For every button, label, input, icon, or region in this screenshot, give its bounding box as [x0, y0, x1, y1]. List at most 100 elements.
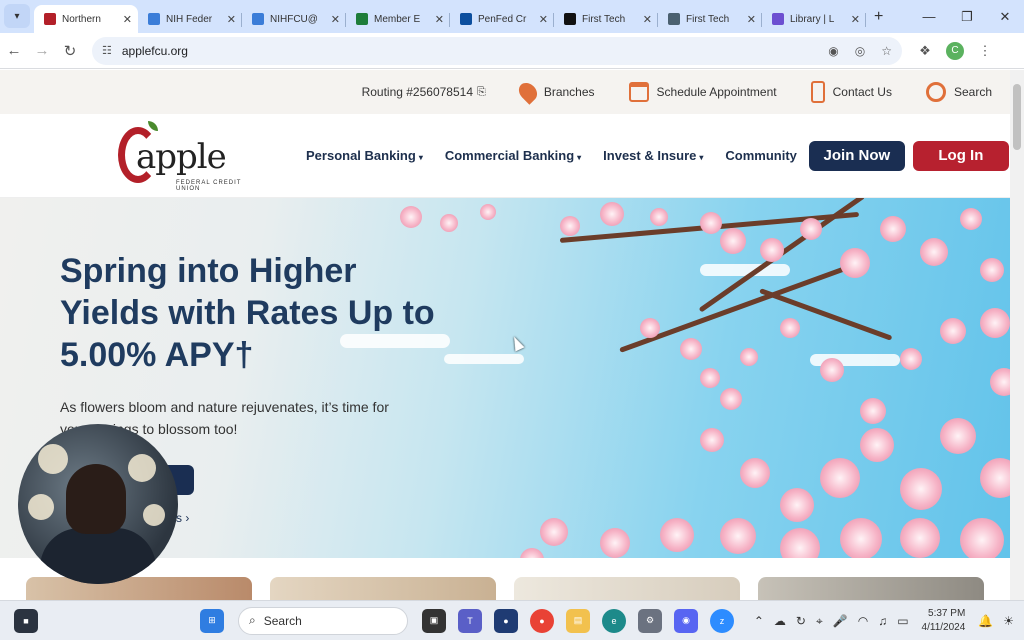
tab-close-icon[interactable]: ✕: [747, 13, 756, 26]
close-window-icon[interactable]: ✕: [986, 9, 1024, 25]
chevron-down-icon: ▾: [577, 153, 582, 162]
search-link[interactable]: Search: [925, 82, 992, 102]
address-bar[interactable]: ☷ applefcu.org ◉ ◎ ☆: [92, 36, 902, 65]
weather-icon[interactable]: ☀: [1003, 614, 1014, 628]
blossom-shape: [900, 518, 940, 558]
location-icon[interactable]: ⌖: [816, 614, 823, 629]
site-info-icon[interactable]: ☷: [102, 44, 112, 57]
task-view-icon[interactable]: ▣: [422, 608, 446, 633]
eye-off-icon[interactable]: ◉: [828, 44, 838, 58]
zoom-icon[interactable]: z: [710, 608, 734, 633]
blossom-shape: [650, 208, 668, 226]
blossom-shape: [520, 548, 544, 558]
branches-link[interactable]: Branches: [515, 79, 595, 105]
join-now-button[interactable]: Join Now: [808, 140, 905, 171]
routing-number[interactable]: Routing #256078514 ⎘: [362, 85, 486, 99]
extensions-puzzle-icon[interactable]: ❖: [910, 43, 940, 59]
battery-icon[interactable]: ▭: [897, 614, 908, 628]
scrollbar-thumb[interactable]: [1013, 84, 1021, 150]
edge-icon[interactable]: e: [602, 608, 626, 633]
tab-title: NIH Feder: [166, 13, 213, 25]
notification-app-icon[interactable]: ■: [14, 608, 38, 633]
tab-close-icon[interactable]: ✕: [643, 13, 652, 26]
tab-close-icon[interactable]: ✕: [851, 13, 860, 26]
clock-date: 4/11/2024: [921, 622, 966, 633]
restore-icon[interactable]: ❐: [948, 9, 986, 25]
chrome-icon[interactable]: ●: [530, 608, 554, 633]
blossom-shape: [840, 518, 882, 558]
main-navigation: apple FEDERAL CREDIT UNION Personal Bank…: [0, 114, 1010, 198]
feature-card[interactable]: [270, 577, 496, 600]
leaf-icon: [148, 120, 158, 131]
feature-card[interactable]: [514, 577, 740, 600]
bookmark-star-icon[interactable]: ☆: [881, 44, 892, 58]
tab-favicon-icon: [460, 13, 472, 25]
tab-close-icon[interactable]: ✕: [331, 13, 340, 26]
hidden-icon[interactable]: ◎: [855, 44, 865, 58]
volume-icon[interactable]: ♫: [878, 614, 887, 628]
phone-icon: [810, 81, 825, 103]
browser-tab[interactable]: First Tech ✕: [658, 5, 762, 33]
new-tab-plus-icon[interactable]: +: [874, 8, 883, 26]
log-in-button[interactable]: Log In: [912, 140, 1009, 171]
notifications-bell-icon[interactable]: 🔔: [978, 614, 993, 628]
apple-fcu-logo[interactable]: apple FEDERAL CREDIT UNION: [118, 120, 248, 192]
browser-tab[interactable]: PenFed Cr ✕: [450, 5, 554, 33]
nav-commercial-banking[interactable]: Commercial Banking ▾: [445, 148, 581, 163]
windows-start-icon[interactable]: ⊞: [200, 608, 224, 633]
browser-tab[interactable]: Northern ✕: [34, 5, 138, 33]
browser-tab[interactable]: NIH Feder ✕: [138, 5, 242, 33]
profile-avatar[interactable]: C: [946, 41, 964, 60]
person-head: [66, 464, 126, 534]
teams-icon[interactable]: T: [458, 608, 482, 633]
cloud-icon[interactable]: ☁: [774, 614, 786, 628]
browser-tab[interactable]: First Tech ✕: [554, 5, 658, 33]
discord-icon[interactable]: ◉: [674, 608, 698, 633]
browser-tab[interactable]: Library | L ✕: [762, 5, 866, 33]
page-scrollbar[interactable]: [1010, 70, 1024, 600]
hero-learn-more-link[interactable]: s ›: [176, 511, 189, 525]
tab-favicon-icon: [252, 13, 264, 25]
reload-icon[interactable]: ↻: [56, 42, 84, 60]
tab-title: Member E: [374, 13, 421, 25]
nav-invest-insure[interactable]: Invest & Insure ▾: [603, 148, 703, 163]
file-explorer-icon[interactable]: ▤: [566, 608, 590, 633]
tab-close-icon[interactable]: ✕: [435, 13, 444, 26]
blossom-shape: [680, 338, 702, 360]
microphone-icon[interactable]: 🎤: [833, 614, 848, 628]
browser-tab[interactable]: NIHFCU@ ✕: [242, 5, 346, 33]
app-icon[interactable]: ●: [494, 608, 518, 633]
tab-close-icon[interactable]: ✕: [123, 13, 132, 26]
tab-search-chevron-icon[interactable]: ▾: [4, 4, 30, 28]
tab-favicon-icon: [564, 13, 576, 25]
utility-bar: Routing #256078514 ⎘ Branches Schedule A…: [0, 70, 1010, 114]
minimize-icon[interactable]: —: [910, 9, 948, 24]
forward-arrow-icon[interactable]: →: [28, 42, 56, 59]
tab-close-icon[interactable]: ✕: [539, 13, 548, 26]
logo-word: apple: [136, 136, 227, 177]
blossom-shape: [600, 202, 624, 226]
blossom-shape: [600, 528, 630, 558]
contact-us-link[interactable]: Contact Us: [810, 81, 892, 103]
settings-gear-icon[interactable]: ⚙: [638, 608, 662, 633]
browser-tab[interactable]: Member E ✕: [346, 5, 450, 33]
schedule-appointment-link[interactable]: Schedule Appointment: [628, 82, 777, 102]
blossom-shape: [700, 212, 722, 234]
url-text[interactable]: applefcu.org: [122, 44, 812, 58]
feature-card[interactable]: [758, 577, 984, 600]
clock[interactable]: 5:37 PM 4/11/2024: [922, 607, 966, 635]
sync-icon[interactable]: ↻: [796, 614, 806, 628]
taskbar-search[interactable]: ⌕ Search: [238, 606, 408, 635]
menu-kebab-icon[interactable]: ⋮: [970, 43, 1000, 59]
back-arrow-icon[interactable]: ←: [0, 42, 28, 59]
blossom-shape: [720, 518, 756, 554]
copy-icon[interactable]: ⎘: [477, 86, 486, 99]
nav-community[interactable]: Community: [725, 148, 797, 163]
chevron-up-icon[interactable]: ⌃: [754, 614, 764, 628]
blossom-shape: [640, 318, 660, 338]
blossom-shape: [780, 488, 814, 522]
tab-close-icon[interactable]: ✕: [227, 13, 236, 26]
wifi-icon[interactable]: ◠: [858, 614, 868, 628]
blossom-shape: [660, 518, 694, 552]
nav-personal-banking[interactable]: Personal Banking ▾: [306, 148, 423, 163]
